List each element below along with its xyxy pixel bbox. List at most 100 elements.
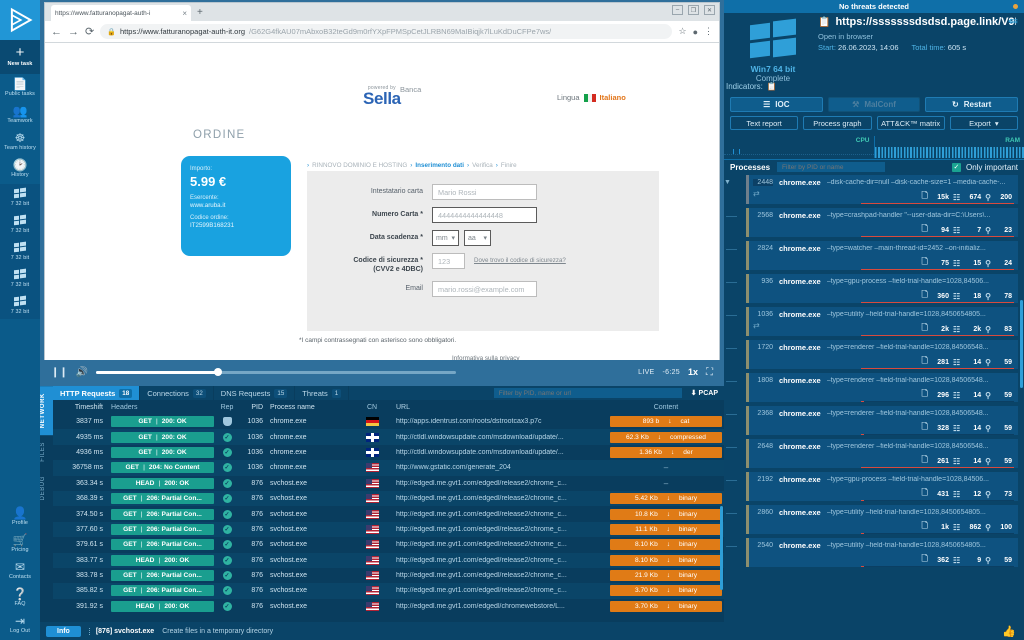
- table-row[interactable]: 363.34 sHEAD|200: OK✓876svchost.exehttp:…: [53, 476, 724, 491]
- table-row[interactable]: 4936 msGET|200: OK✓1036chrome.exehttp://…: [53, 445, 724, 460]
- network-filter-input[interactable]: [494, 388, 682, 398]
- breadcrumb-item-inserimento[interactable]: Inserimento dati: [415, 162, 464, 169]
- text-report-button[interactable]: Text report: [730, 116, 798, 130]
- sidebar-item-profile[interactable]: 👤 Profile: [0, 503, 40, 530]
- pcap-download-button[interactable]: ⬇ PCAP: [691, 389, 718, 397]
- playback-speed-button[interactable]: 1x: [688, 367, 698, 377]
- email-input[interactable]: mario.rossi@example.com: [432, 281, 537, 297]
- only-important-toggle[interactable]: ✓ Only important: [952, 163, 1018, 172]
- network-request-list[interactable]: 3837 msGET|200: OK1036chrome.exehttp://a…: [53, 414, 724, 618]
- chevron-down-icon[interactable]: ▼: [724, 179, 731, 186]
- address-bar[interactable]: 🔒 https://www.fatturanopagat-auth-it.org…: [100, 24, 672, 39]
- process-item[interactable]: 936chrome.exe–type=gpu-process –field-tr…: [724, 274, 1018, 303]
- process-item[interactable]: 2192chrome.exe–type=gpu-process –field-t…: [724, 472, 1018, 501]
- tab-connections[interactable]: Connections 32: [140, 386, 214, 400]
- cvv-help-link[interactable]: Dove trovo il codice di sicurezza?: [474, 253, 566, 264]
- malconf-button[interactable]: ⚒ MalConf: [828, 97, 921, 112]
- sidebar-item-vm-2[interactable]: 7 32 bit: [0, 211, 40, 238]
- table-row[interactable]: 4935 msGET|200: OK✓1036chrome.exehttp://…: [53, 429, 724, 444]
- breadcrumb-item-rinnovo[interactable]: RINNOVO DOMINIO E HOSTING: [312, 162, 407, 169]
- new-tab-button[interactable]: +: [197, 7, 203, 18]
- sidebar-item-vm-1[interactable]: 7 32 bit: [0, 184, 40, 211]
- back-icon[interactable]: ←: [51, 26, 62, 38]
- process-body[interactable]: 2192chrome.exe–type=gpu-process –field-t…: [746, 472, 1018, 501]
- table-row[interactable]: 3837 msGET|200: OK1036chrome.exehttp://a…: [53, 414, 724, 429]
- browser-tab[interactable]: https://www.fatturanopagat-auth-i ×: [51, 5, 191, 21]
- copy-icon[interactable]: 📋: [767, 82, 777, 91]
- vertical-tab-debug[interactable]: DEBUG: [40, 469, 53, 507]
- seek-handle[interactable]: [214, 368, 222, 376]
- process-body[interactable]: 2860chrome.exe–type=utility –field-trial…: [746, 505, 1018, 534]
- card-number-input[interactable]: 4444444444444448: [432, 207, 537, 223]
- table-row[interactable]: 374.50 sGET|206: Partial Con...✓876svcho…: [53, 506, 724, 521]
- process-item[interactable]: ▼ 2448chrome.exe–disk-cache-dir=null –dis…: [724, 175, 1018, 204]
- share-icon[interactable]: ⇚: [1008, 14, 1018, 28]
- sidebar-item-faq[interactable]: ❔ FAQ: [0, 584, 40, 611]
- table-row[interactable]: 368.39 sGET|206: Partial Con...✓876svcho…: [53, 491, 724, 506]
- process-body[interactable]: 1036chrome.exe–type=utility –field-trial…: [746, 307, 1018, 336]
- copy-icon[interactable]: 📋: [818, 17, 830, 28]
- export-button[interactable]: Export ▾: [950, 116, 1018, 130]
- process-body[interactable]: 1808chrome.exe–type=renderer –field-tria…: [746, 373, 1018, 402]
- breadcrumb-item-finire[interactable]: Finire: [501, 162, 517, 169]
- forward-icon[interactable]: →: [68, 26, 79, 38]
- account-avatar-icon[interactable]: ●: [693, 27, 698, 37]
- process-filter-input[interactable]: [777, 162, 885, 172]
- maximize-icon[interactable]: ❐: [688, 5, 699, 15]
- info-button[interactable]: Info: [46, 626, 81, 637]
- process-item[interactable]: 2368chrome.exe–type=renderer –field-tria…: [724, 406, 1018, 435]
- process-body[interactable]: 2540chrome.exe–type=utility –field-trial…: [746, 538, 1018, 567]
- table-row[interactable]: 36758 msGET|204: No Content✓1036chrome.e…: [53, 460, 724, 475]
- table-row[interactable]: 377.60 sGET|206: Partial Con...✓876svcho…: [53, 522, 724, 537]
- table-row[interactable]: 385.82 sGET|206: Partial Con...✓876svcho…: [53, 583, 724, 598]
- reload-icon[interactable]: ⟳: [85, 25, 94, 38]
- fullscreen-icon[interactable]: ⛶: [706, 367, 713, 378]
- attack-matrix-button[interactable]: ATT&CK™ matrix: [877, 116, 945, 130]
- process-body[interactable]: 936chrome.exe–type=gpu-process –field-tr…: [746, 274, 1018, 303]
- tab-dns-requests[interactable]: DNS Requests 15: [214, 386, 296, 400]
- analysis-url[interactable]: https://sssssssdsdsd.page.link/V9Hh: [835, 16, 1016, 28]
- seek-slider[interactable]: [96, 371, 456, 374]
- process-graph-button[interactable]: Process graph: [803, 116, 871, 130]
- open-in-browser-link[interactable]: Open in browser: [818, 32, 873, 41]
- vertical-tab-network[interactable]: NETWORK: [40, 386, 53, 435]
- process-item[interactable]: 1036chrome.exe–type=utility –field-trial…: [724, 307, 1018, 336]
- cvv-input[interactable]: 123: [432, 253, 465, 269]
- close-icon[interactable]: ✕: [704, 5, 715, 15]
- vertical-tab-files[interactable]: FILES: [40, 435, 53, 469]
- process-item[interactable]: 2648chrome.exe–type=renderer –field-tria…: [724, 439, 1018, 468]
- process-body[interactable]: 2448chrome.exe–disk-cache-dir=null –disk…: [746, 175, 1018, 204]
- sidebar-item-vm-4[interactable]: 7 32 bit: [0, 265, 40, 292]
- breadcrumb-item-verifica[interactable]: Verifica: [472, 162, 493, 169]
- process-body[interactable]: 2824chrome.exe–type=watcher –main-thread…: [746, 241, 1018, 270]
- process-item[interactable]: 1720chrome.exe–type=renderer –field-tria…: [724, 340, 1018, 369]
- tab-http-requests[interactable]: HTTP Requests 18: [53, 386, 140, 400]
- process-item[interactable]: 2824chrome.exe–type=watcher –main-thread…: [724, 241, 1018, 270]
- process-list-scrollbar[interactable]: [1020, 300, 1023, 388]
- sidebar-item-public-tasks[interactable]: 📄 Public tasks: [0, 74, 40, 101]
- volume-icon[interactable]: 🔊: [76, 367, 88, 378]
- table-row[interactable]: 379.61 sGET|206: Partial Con...✓876svcho…: [53, 537, 724, 552]
- minimize-icon[interactable]: –: [672, 5, 683, 15]
- bookmark-star-icon[interactable]: ☆: [678, 26, 686, 37]
- table-row[interactable]: 391.92 sHEAD|200: OK✓876svchost.exehttp:…: [53, 599, 724, 614]
- expiry-year-select[interactable]: aa ▾: [464, 230, 491, 246]
- sidebar-item-teamwork[interactable]: 👥 Teamwork: [0, 101, 40, 128]
- tab-threats[interactable]: Threats 1: [295, 386, 349, 400]
- table-row[interactable]: 383.77 sHEAD|200: OK✓876svchost.exehttp:…: [53, 553, 724, 568]
- pause-button[interactable]: ❙❙: [51, 367, 68, 378]
- close-icon[interactable]: ×: [182, 9, 187, 18]
- sidebar-item-new-task[interactable]: + New task: [0, 40, 40, 74]
- browser-menu-icon[interactable]: ⋮: [704, 26, 713, 37]
- cardholder-input[interactable]: Mario Rossi: [432, 184, 537, 200]
- process-item[interactable]: 1808chrome.exe–type=renderer –field-tria…: [724, 373, 1018, 402]
- process-list[interactable]: ▼ 2448chrome.exe–disk-cache-dir=null –dis…: [724, 175, 1024, 624]
- process-body[interactable]: 2368chrome.exe–type=renderer –field-tria…: [746, 406, 1018, 435]
- process-body[interactable]: 1720chrome.exe–type=renderer –field-tria…: [746, 340, 1018, 369]
- process-item[interactable]: 2860chrome.exe–type=utility –field-trial…: [724, 505, 1018, 534]
- sidebar-item-vm-5[interactable]: 7 32 bit: [0, 292, 40, 319]
- network-scrollbar[interactable]: [720, 506, 723, 590]
- process-item[interactable]: 2568chrome.exe–type=crashpad-handler "--…: [724, 208, 1018, 237]
- restart-button[interactable]: ↻ Restart: [925, 97, 1018, 112]
- sidebar-item-team-history[interactable]: ☸ Team history: [0, 128, 40, 155]
